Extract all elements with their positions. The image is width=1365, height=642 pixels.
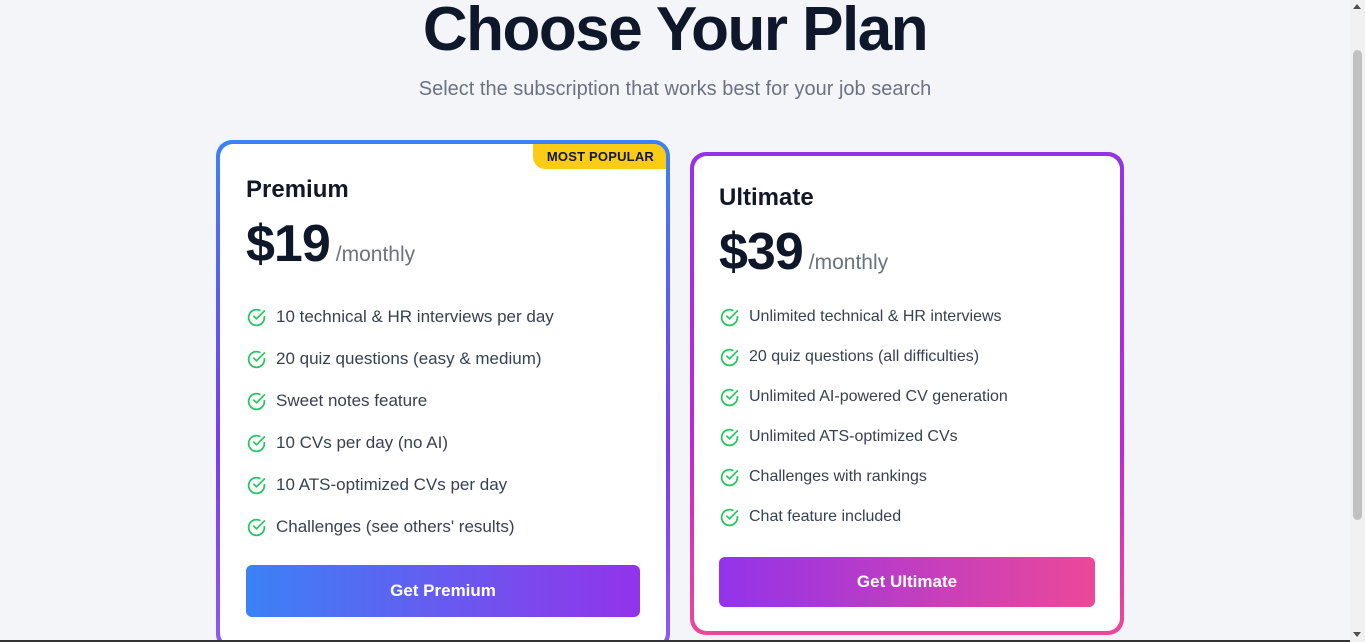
feature-text: 10 technical & HR interviews per day <box>276 307 554 326</box>
feature-text: 10 CVs per day (no AI) <box>276 433 448 452</box>
premium-price-row: $19 /monthly <box>246 214 415 274</box>
feature-item: 20 quiz questions (easy & medium) <box>246 338 554 380</box>
premium-plan-card: MOST POPULAR Premium $19 /monthly 10 tec… <box>216 140 670 642</box>
feature-text: 20 quiz questions (easy & medium) <box>276 349 542 368</box>
check-circle-icon <box>247 476 266 494</box>
get-premium-button[interactable]: Get Premium <box>246 565 640 617</box>
vertical-scrollbar[interactable] <box>1350 0 1365 642</box>
check-circle-icon <box>720 388 739 406</box>
ultimate-price-row: $39 /monthly <box>719 222 888 282</box>
premium-price: $19 <box>246 215 331 273</box>
feature-text: Chat feature included <box>749 508 902 525</box>
feature-item: 10 technical & HR interviews per day <box>246 296 554 338</box>
feature-item: 10 CVs per day (no AI) <box>246 422 554 464</box>
feature-text: 20 quiz questions (all difficulties) <box>749 348 980 365</box>
check-circle-icon <box>247 518 266 536</box>
feature-item: Unlimited technical & HR interviews <box>719 297 1008 337</box>
check-circle-icon <box>247 434 266 452</box>
feature-text: Challenges (see others' results) <box>276 517 515 536</box>
page-subtitle: Select the subscription that works best … <box>418 78 932 100</box>
feature-text: Unlimited AI-powered CV generation <box>749 388 1008 405</box>
feature-text: Unlimited ATS-optimized CVs <box>749 428 958 445</box>
premium-card-body: MOST POPULAR Premium $19 /monthly 10 tec… <box>220 144 666 642</box>
scroll-down-arrow-icon[interactable] <box>1353 632 1361 637</box>
ultimate-period: /monthly <box>808 251 889 274</box>
check-circle-icon <box>720 348 739 366</box>
feature-item: Challenges with rankings <box>719 457 1008 497</box>
ultimate-plan-card: Ultimate $39 /monthly Unlimited technica… <box>690 152 1124 635</box>
feature-item: 20 quiz questions (all difficulties) <box>719 337 1008 377</box>
check-circle-icon <box>247 308 266 326</box>
ultimate-plan-name: Ultimate <box>719 184 814 211</box>
premium-feature-list: 10 technical & HR interviews per day 20 … <box>246 296 554 548</box>
most-popular-badge: MOST POPULAR <box>532 144 666 169</box>
ultimate-card-body: Ultimate $39 /monthly Unlimited technica… <box>694 156 1120 631</box>
premium-plan-name: Premium <box>246 176 349 203</box>
feature-text: 10 ATS-optimized CVs per day <box>276 475 508 494</box>
feature-item: Chat feature included <box>719 497 1008 537</box>
check-circle-icon <box>720 428 739 446</box>
feature-text: Sweet notes feature <box>276 391 428 410</box>
scroll-up-arrow-icon[interactable] <box>1353 4 1361 9</box>
feature-item: 10 ATS-optimized CVs per day <box>246 464 554 506</box>
page-title: Choose Your Plan <box>422 0 929 64</box>
premium-period: /monthly <box>335 243 416 266</box>
check-circle-icon <box>247 392 266 410</box>
scroll-thumb[interactable] <box>1353 50 1362 520</box>
check-circle-icon <box>247 350 266 368</box>
feature-item: Unlimited AI-powered CV generation <box>719 377 1008 417</box>
ultimate-feature-list: Unlimited technical & HR interviews 20 q… <box>719 297 1008 537</box>
feature-text: Unlimited technical & HR interviews <box>749 308 1002 325</box>
check-circle-icon <box>720 508 739 526</box>
check-circle-icon <box>720 308 739 326</box>
check-circle-icon <box>720 468 739 486</box>
ultimate-price: $39 <box>719 223 804 281</box>
feature-item: Challenges (see others' results) <box>246 506 554 548</box>
feature-item: Unlimited ATS-optimized CVs <box>719 417 1008 457</box>
feature-text: Challenges with rankings <box>749 468 927 485</box>
get-ultimate-button[interactable]: Get Ultimate <box>719 557 1095 607</box>
feature-item: Sweet notes feature <box>246 380 554 422</box>
